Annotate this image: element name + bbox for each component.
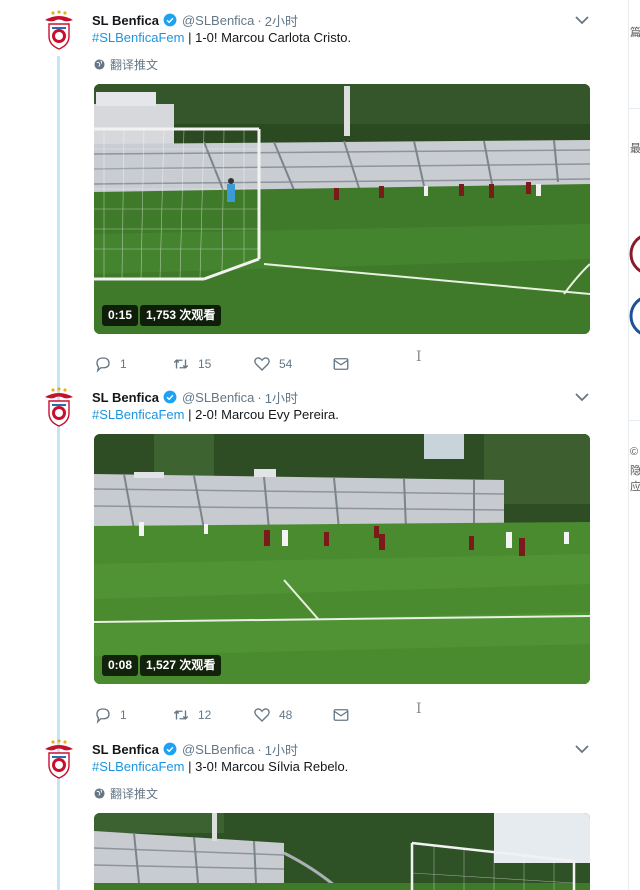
tweet-text: #SLBenficaFem | 3-0! Marcou Sílvia Rebel… bbox=[92, 759, 348, 774]
tweet-body: | 3-0! Marcou Sílvia Rebelo. bbox=[184, 759, 349, 774]
avatar[interactable] bbox=[42, 10, 76, 50]
author-name[interactable]: SL Benfica bbox=[92, 390, 159, 405]
verified-badge-icon bbox=[163, 742, 177, 756]
tweet-timestamp[interactable]: 1小时 bbox=[265, 388, 298, 407]
sidebar-edge-text: 应 bbox=[630, 481, 640, 493]
chevron-down-icon[interactable] bbox=[574, 743, 590, 755]
translate-tweet-link[interactable]: 翻译推文 bbox=[94, 785, 158, 802]
hashtag-link[interactable]: #SLBenficaFem bbox=[92, 407, 185, 422]
author-handle[interactable]: @SLBenfica bbox=[182, 742, 254, 757]
heart-icon bbox=[254, 708, 270, 722]
chevron-down-icon[interactable] bbox=[574, 14, 590, 26]
direct-message-button[interactable] bbox=[332, 706, 358, 724]
avatar-circle[interactable] bbox=[629, 294, 640, 338]
reply-button[interactable]: 1 bbox=[94, 355, 127, 373]
tweet-timestamp[interactable]: 2小时 bbox=[265, 11, 298, 30]
direct-message-button[interactable] bbox=[332, 355, 358, 373]
sidebar-edge-text: 篇 bbox=[630, 27, 640, 39]
retweet-icon bbox=[173, 359, 189, 369]
avatar[interactable] bbox=[42, 387, 76, 427]
translate-label: 翻译推文 bbox=[110, 58, 159, 72]
tweet-text: #SLBenficaFem | 2-0! Marcou Evy Pereira. bbox=[92, 407, 339, 422]
retweet-button[interactable]: 15 bbox=[172, 355, 211, 373]
video-duration-badge: 0:08 bbox=[102, 655, 139, 676]
retweet-count: 15 bbox=[198, 357, 212, 371]
author-name[interactable]: SL Benfica bbox=[92, 13, 159, 28]
timeline: SL Benfica @SLBenfica · 2小时 #SLBenficaFe… bbox=[0, 0, 628, 890]
sidebar-edge-text: © bbox=[630, 446, 639, 458]
like-button[interactable]: 48 bbox=[253, 706, 292, 724]
avatar-circle[interactable] bbox=[629, 232, 640, 276]
sidebar-edge-text: 最 bbox=[630, 143, 640, 155]
retweet-icon bbox=[173, 710, 189, 720]
author-handle[interactable]: @SLBenfica bbox=[182, 13, 254, 28]
verified-badge-icon bbox=[163, 390, 177, 404]
envelope-icon bbox=[333, 358, 349, 370]
verified-badge-icon bbox=[163, 13, 177, 27]
divider bbox=[629, 108, 640, 109]
video-views-badge: 1,527 次观看 bbox=[140, 655, 222, 676]
tweet-text: #SLBenficaFem | 1-0! Marcou Carlota Cris… bbox=[92, 30, 351, 45]
separator-dot: · bbox=[257, 12, 262, 28]
like-count: 48 bbox=[279, 708, 293, 722]
video-duration-badge: 0:15 bbox=[102, 305, 139, 326]
sidebar-edge: 篇 最 © 隐 应 bbox=[628, 0, 640, 890]
globe-icon bbox=[94, 59, 105, 70]
tweet-header: SL Benfica @SLBenfica · 1小时 bbox=[92, 387, 298, 407]
video-thumbnail bbox=[94, 434, 590, 684]
reply-count: 1 bbox=[120, 357, 127, 371]
author-name[interactable]: SL Benfica bbox=[92, 742, 159, 757]
hashtag-link[interactable]: #SLBenficaFem bbox=[92, 30, 185, 45]
tweet-body: | 2-0! Marcou Evy Pereira. bbox=[184, 407, 339, 422]
tweet-timestamp[interactable]: 1小时 bbox=[265, 740, 298, 759]
video-views-badge: 1,753 次观看 bbox=[140, 305, 222, 326]
text-cursor-icon: I bbox=[416, 349, 422, 365]
tweet-body: | 1-0! Marcou Carlota Cristo. bbox=[184, 30, 352, 45]
author-handle[interactable]: @SLBenfica bbox=[182, 390, 254, 405]
video-thumbnail bbox=[94, 813, 590, 890]
reply-button[interactable]: 1 bbox=[94, 706, 127, 724]
like-button[interactable]: 54 bbox=[253, 355, 292, 373]
translate-tweet-link[interactable]: 翻译推文 bbox=[94, 56, 158, 73]
video-thumbnail bbox=[94, 84, 590, 334]
sidebar-edge-text: 隐 bbox=[630, 465, 640, 477]
benfica-crest-icon bbox=[45, 387, 73, 427]
translate-label: 翻译推文 bbox=[110, 787, 159, 801]
hashtag-link[interactable]: #SLBenficaFem bbox=[92, 759, 185, 774]
separator-dot: · bbox=[257, 741, 262, 757]
video-player[interactable] bbox=[94, 813, 590, 890]
globe-icon bbox=[94, 788, 105, 799]
avatar[interactable] bbox=[42, 739, 76, 779]
divider bbox=[629, 420, 640, 421]
heart-icon bbox=[254, 357, 270, 371]
separator-dot: · bbox=[257, 389, 262, 405]
like-count: 54 bbox=[279, 357, 293, 371]
reply-icon bbox=[96, 708, 110, 724]
video-player[interactable]: 0:15 1,753 次观看 bbox=[94, 84, 590, 334]
reply-count: 1 bbox=[120, 708, 127, 722]
reply-icon bbox=[96, 357, 110, 373]
text-cursor-icon: I bbox=[416, 701, 422, 717]
retweet-button[interactable]: 12 bbox=[172, 706, 211, 724]
retweet-count: 12 bbox=[198, 708, 212, 722]
envelope-icon bbox=[333, 709, 349, 721]
benfica-crest-icon bbox=[45, 739, 73, 779]
benfica-crest-icon bbox=[45, 10, 73, 50]
chevron-down-icon[interactable] bbox=[574, 391, 590, 403]
video-player[interactable]: 0:08 1,527 次观看 bbox=[94, 434, 590, 684]
tweet-header: SL Benfica @SLBenfica · 2小时 bbox=[92, 10, 298, 30]
tweet-header: SL Benfica @SLBenfica · 1小时 bbox=[92, 739, 298, 759]
